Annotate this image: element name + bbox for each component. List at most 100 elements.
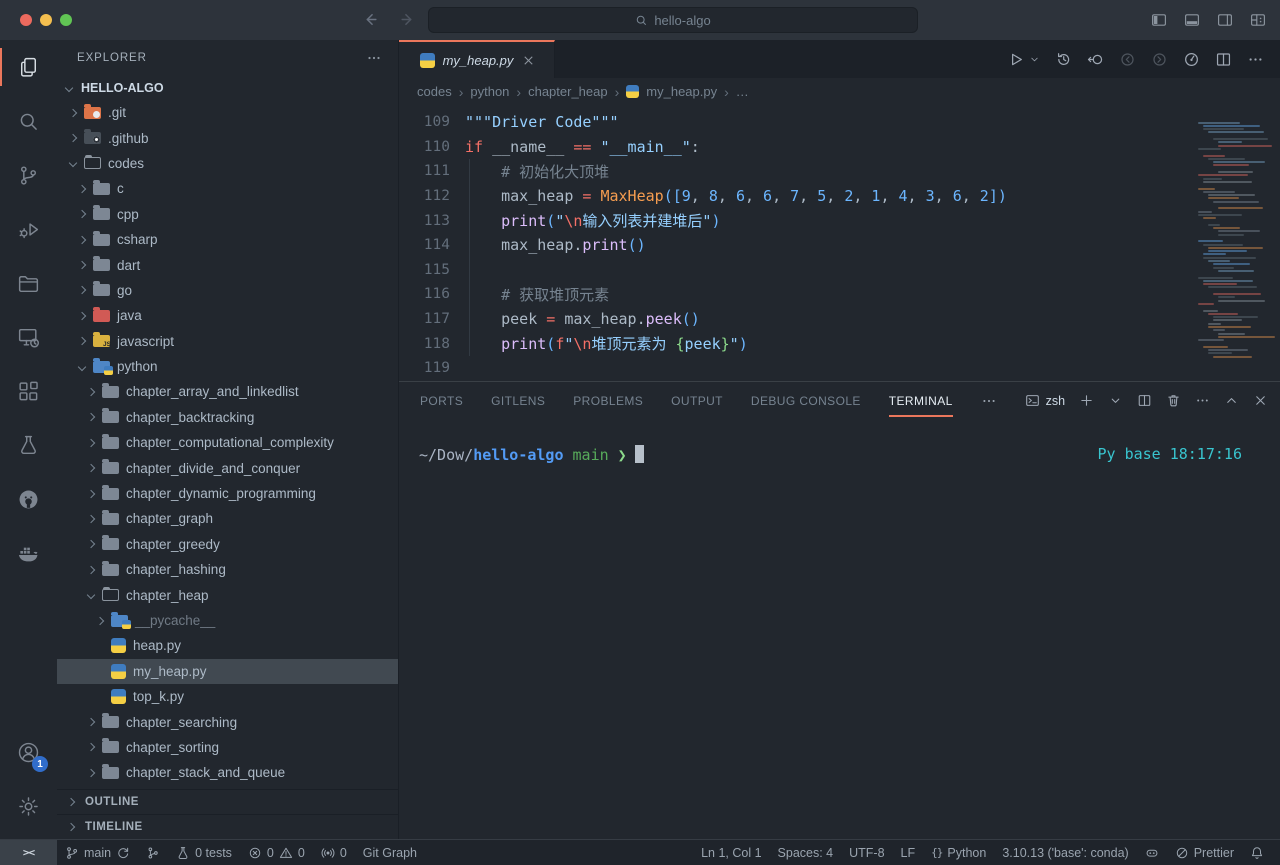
toggle-secondary-sidebar-icon[interactable] xyxy=(1217,12,1233,28)
tree-item-chapter-hashing[interactable]: chapter_hashing xyxy=(57,557,398,582)
status-python-interpreter[interactable]: 3.10.13 ('base': conda) xyxy=(994,840,1136,865)
status-notifications[interactable] xyxy=(1242,840,1272,865)
activitybar-explorer[interactable] xyxy=(0,40,57,94)
tree-item-chapter-searching[interactable]: chapter_searching xyxy=(57,709,398,734)
panel-tab-terminal[interactable]: TERMINAL xyxy=(889,394,953,408)
status-git-graph[interactable]: Git Graph xyxy=(355,840,425,865)
tree-item-chapter-dynamic-programming[interactable]: chapter_dynamic_programming xyxy=(57,481,398,506)
close-tab-icon[interactable] xyxy=(521,53,536,68)
navigate-forward-icon[interactable] xyxy=(399,11,416,28)
tree-item-chapter-greedy[interactable]: chapter_greedy xyxy=(57,532,398,557)
tree-item-chapter-stack-and-queue[interactable]: chapter_stack_and_queue xyxy=(57,760,398,785)
compare-previous-icon[interactable] xyxy=(1087,51,1104,68)
breadcrumb-item[interactable]: my_heap.py xyxy=(646,84,717,99)
toggle-panel-icon[interactable] xyxy=(1184,12,1200,28)
status-copilot[interactable] xyxy=(1137,840,1167,865)
minimap[interactable] xyxy=(1198,117,1272,361)
explorer-more-actions-icon[interactable] xyxy=(366,50,382,66)
terminal-shell-icon[interactable] xyxy=(1025,393,1040,408)
status-eol[interactable]: LF xyxy=(893,840,924,865)
split-editor-icon[interactable] xyxy=(1215,51,1232,68)
panel-tab-output[interactable]: OUTPUT xyxy=(671,394,723,408)
run-icon[interactable] xyxy=(1007,51,1024,68)
tree-item-github[interactable]: .github xyxy=(57,125,398,150)
code-editor[interactable]: 109"""Driver Code"""110if __name__ == "_… xyxy=(399,105,1280,381)
prev-change-icon[interactable] xyxy=(1119,51,1136,68)
status-git-graph-button[interactable] xyxy=(138,840,168,865)
terminal[interactable]: ~/Dow/hello-algo main ❯ Py base 18:17:16 xyxy=(399,419,1280,839)
kill-terminal-icon[interactable] xyxy=(1166,393,1181,408)
more-actions-icon[interactable] xyxy=(1195,393,1210,408)
tree-root-hello-algo[interactable]: HELLO-ALGO xyxy=(57,76,398,100)
breadcrumb-item[interactable]: chapter_heap xyxy=(528,84,608,99)
outline-section[interactable]: OUTLINE xyxy=(57,789,398,814)
panel-tab-gitlens[interactable]: GITLENS xyxy=(491,394,545,408)
activitybar-source-control[interactable] xyxy=(0,148,57,202)
navigate-back-icon[interactable] xyxy=(362,11,379,28)
minimize-window-button[interactable] xyxy=(40,14,52,26)
breadcrumb-item[interactable]: codes xyxy=(417,84,452,99)
status-prettier[interactable]: Prettier xyxy=(1167,840,1242,865)
more-actions-icon[interactable] xyxy=(1247,51,1264,68)
timeline-icon[interactable] xyxy=(1055,51,1072,68)
tree-item-python[interactable]: python xyxy=(57,354,398,379)
tree-item-heap-py[interactable]: heap.py xyxy=(57,633,398,658)
activitybar-settings[interactable] xyxy=(0,779,57,833)
activitybar-docker[interactable] xyxy=(0,526,57,580)
tree-item-top-k-py[interactable]: top_k.py xyxy=(57,684,398,709)
tree-item-git[interactable]: .git xyxy=(57,100,398,125)
run-dropdown-icon[interactable] xyxy=(1029,54,1040,65)
activitybar-project-folder[interactable] xyxy=(0,256,57,310)
activitybar-github[interactable] xyxy=(0,472,57,526)
breadcrumb-item[interactable]: … xyxy=(736,84,749,99)
tree-item-chapter-sorting[interactable]: chapter_sorting xyxy=(57,735,398,760)
tree-item-chapter-divide-and-conquer[interactable]: chapter_divide_and_conquer xyxy=(57,455,398,480)
more-actions-icon[interactable] xyxy=(981,393,997,409)
activitybar-accounts[interactable]: 1 xyxy=(0,725,57,779)
tree-item-chapter-heap[interactable]: chapter_heap xyxy=(57,582,398,607)
tree-item-c[interactable]: c xyxy=(57,176,398,201)
tree-item-go[interactable]: go xyxy=(57,278,398,303)
tree-item-dart[interactable]: dart xyxy=(57,252,398,277)
tab-my-heap[interactable]: my_heap.py xyxy=(399,40,555,78)
tree-item-javascript[interactable]: JSjavascript xyxy=(57,329,398,354)
zoom-window-button[interactable] xyxy=(60,14,72,26)
status-indentation[interactable]: Spaces: 4 xyxy=(770,840,842,865)
status-git-branch[interactable]: main xyxy=(57,840,138,865)
tree-item-chapter-computational-complexity[interactable]: chapter_computational_complexity xyxy=(57,430,398,455)
tree-item-chapter-backtracking[interactable]: chapter_backtracking xyxy=(57,405,398,430)
command-center-search[interactable]: hello-algo xyxy=(428,7,918,33)
timeline-section[interactable]: TIMELINE xyxy=(57,814,398,839)
maximize-panel-icon[interactable] xyxy=(1224,393,1239,408)
status-encoding[interactable]: UTF-8 xyxy=(841,840,892,865)
status-problems[interactable]: 00 xyxy=(240,840,313,865)
tree-item-chapter-array-and-linkedlist[interactable]: chapter_array_and_linkedlist xyxy=(57,379,398,404)
activitybar-extensions[interactable] xyxy=(0,364,57,418)
toggle-primary-sidebar-icon[interactable] xyxy=(1151,12,1167,28)
tree-item-java[interactable]: java xyxy=(57,303,398,328)
panel-tab-problems[interactable]: PROBLEMS xyxy=(573,394,643,408)
activitybar-search[interactable] xyxy=(0,94,57,148)
close-panel-icon[interactable] xyxy=(1253,393,1268,408)
tree-item-codes[interactable]: codes xyxy=(57,151,398,176)
remote-indicator[interactable]: >< xyxy=(0,840,57,865)
panel-tab-debug-console[interactable]: DEBUG CONSOLE xyxy=(751,394,861,408)
tree-item-csharp[interactable]: csharp xyxy=(57,227,398,252)
close-window-button[interactable] xyxy=(20,14,32,26)
breadcrumb-item[interactable]: python xyxy=(470,84,509,99)
new-terminal-icon[interactable] xyxy=(1079,393,1094,408)
activitybar-run-debug[interactable] xyxy=(0,202,57,256)
status-language-mode[interactable]: {}Python xyxy=(923,840,994,865)
gitlens-graph-icon[interactable] xyxy=(1183,51,1200,68)
next-change-icon[interactable] xyxy=(1151,51,1168,68)
tree-item-chapter-graph[interactable]: chapter_graph xyxy=(57,506,398,531)
terminal-dropdown-icon[interactable] xyxy=(1108,393,1123,408)
tree-item-cpp[interactable]: cpp xyxy=(57,202,398,227)
status-tests[interactable]: 0 tests xyxy=(168,840,240,865)
tree-item-pycache[interactable]: __pycache__ xyxy=(57,608,398,633)
activitybar-testing[interactable] xyxy=(0,418,57,472)
split-terminal-icon[interactable] xyxy=(1137,393,1152,408)
activitybar-remote-explorer[interactable] xyxy=(0,310,57,364)
panel-tab-ports[interactable]: PORTS xyxy=(420,394,463,408)
customize-layout-icon[interactable] xyxy=(1250,12,1266,28)
